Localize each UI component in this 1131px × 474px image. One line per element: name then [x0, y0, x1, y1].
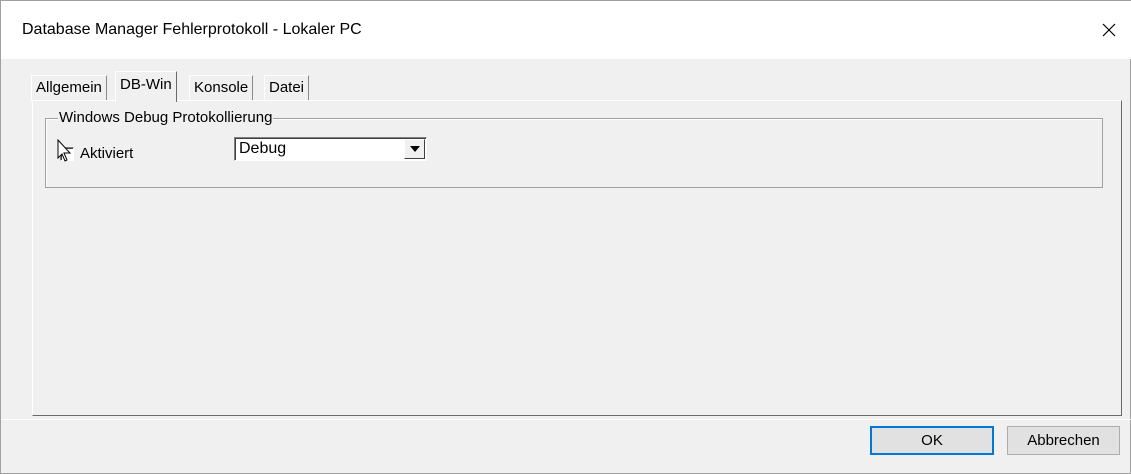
debug-level-dropdown-button[interactable] [404, 139, 425, 159]
tab-panel-db-win: Windows Debug Protokollierung Aktiviert … [32, 100, 1122, 416]
close-button[interactable] [1086, 1, 1131, 59]
tab-allgemein[interactable]: Allgemein [31, 75, 107, 101]
chevron-down-icon [409, 146, 420, 152]
dialog-window: Database Manager Fehlerprotokoll - Lokal… [0, 0, 1131, 474]
footer-divider [1, 419, 1131, 420]
tab-konsole[interactable]: Konsole [189, 75, 254, 101]
window-title: Database Manager Fehlerprotokoll - Lokal… [22, 21, 362, 38]
title-bar[interactable]: Database Manager Fehlerprotokoll - Lokal… [1, 1, 1131, 59]
debug-level-select[interactable]: Debug [234, 137, 427, 161]
group-title: Windows Debug Protokollierung [58, 109, 274, 127]
tab-db-win[interactable]: DB-Win [115, 71, 177, 102]
cancel-button[interactable]: Abbrechen [1007, 426, 1120, 455]
activated-checkbox[interactable] [60, 147, 74, 161]
close-icon [1102, 23, 1116, 37]
windows-debug-group: Windows Debug Protokollierung Aktiviert … [45, 109, 1103, 188]
tab-datei[interactable]: Datei [264, 75, 310, 101]
ok-button[interactable]: OK [870, 426, 994, 455]
activated-checkbox-label[interactable]: Aktiviert [80, 145, 133, 163]
debug-level-value: Debug [239, 140, 287, 157]
